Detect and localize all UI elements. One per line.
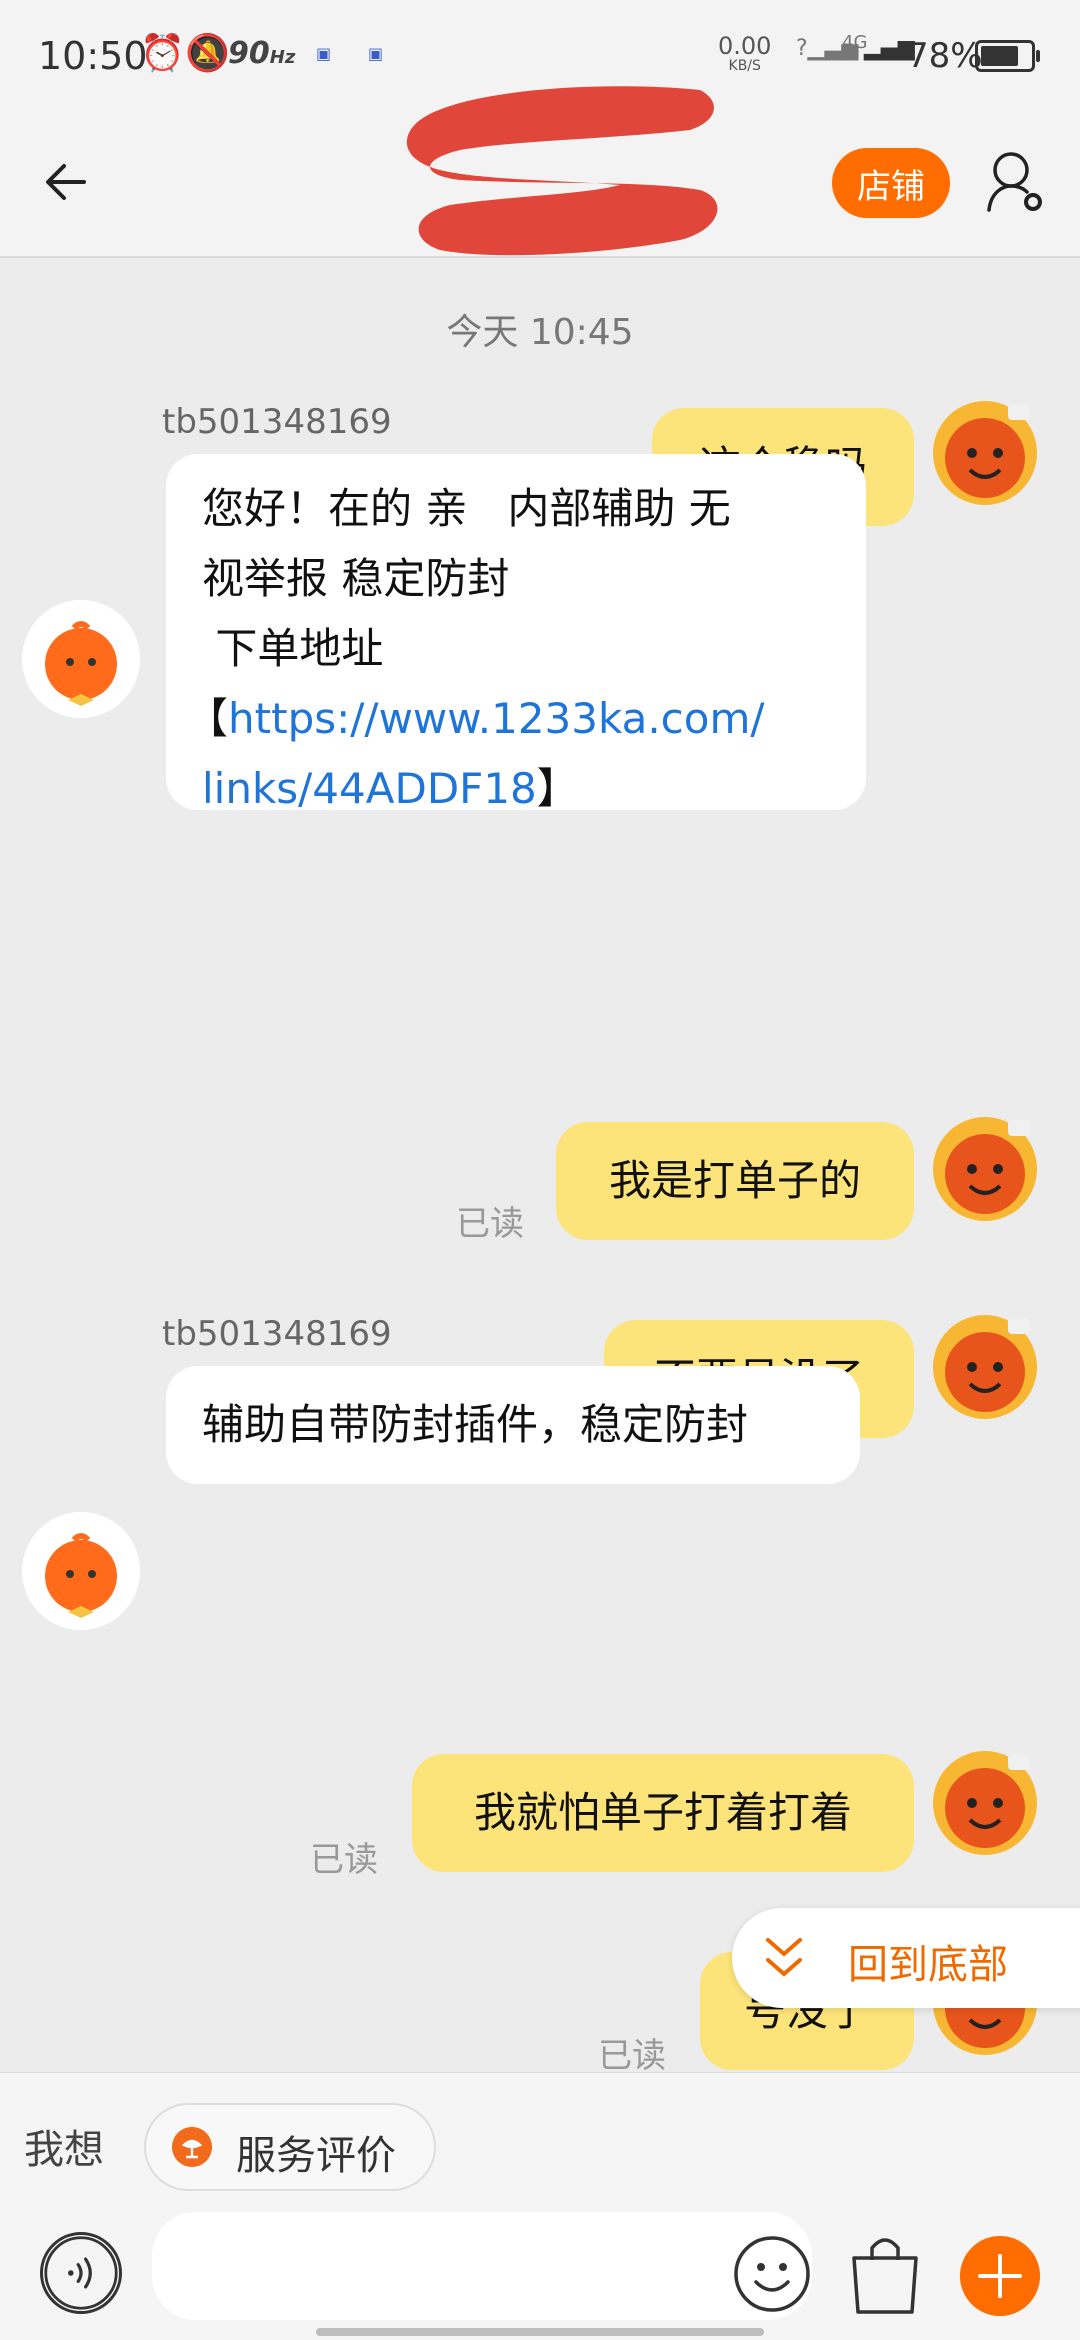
- back-arrow-icon[interactable]: [40, 152, 100, 212]
- chip-label: 服务评价: [236, 2133, 396, 2179]
- bell-muted-icon: 🔕: [185, 33, 230, 74]
- voice-icon[interactable]: [40, 2232, 122, 2314]
- quick-action-bar: 我想 服务评价: [0, 2072, 1080, 2213]
- link-line-2[interactable]: links/44ADDF18: [202, 764, 537, 813]
- link-line-1[interactable]: https://www.1233ka.com/: [228, 694, 765, 743]
- my-message-bubble[interactable]: 我是打单子的: [556, 1122, 914, 1240]
- chat-area[interactable]: 今天 10:45 已读 这个稳吗 tb501348169 您好！在的 亲 内部辅…: [0, 258, 1080, 2072]
- service-rating-chip[interactable]: 服务评价: [144, 2103, 436, 2191]
- seller-avatar[interactable]: [22, 1512, 140, 1630]
- read-receipt: 已读: [598, 2036, 666, 2072]
- battery-icon: [975, 40, 1040, 72]
- battery-percent: 78%: [907, 36, 983, 76]
- redacted-title: [406, 86, 718, 256]
- refresh-rate: 90Hz: [228, 36, 296, 71]
- quick-action-prefix: 我想: [24, 2127, 104, 2173]
- battery-fill: [981, 46, 1018, 66]
- notification-icon: ▣: [368, 44, 384, 63]
- flower-icon: [172, 2127, 212, 2167]
- scroll-to-bottom-button[interactable]: 回到底部: [732, 1908, 1080, 2008]
- double-chevron-down-icon: [766, 1938, 802, 1977]
- seller-message-bubble[interactable]: 辅助自带防封插件，稳定防封: [166, 1366, 860, 1484]
- home-indicator[interactable]: [316, 2328, 764, 2336]
- my-avatar[interactable]: [930, 398, 1040, 508]
- plus-icon[interactable]: [960, 2236, 1040, 2316]
- sender-name: tb501348169: [162, 1314, 392, 1354]
- message-line: 视举报 稳定防封: [202, 554, 510, 603]
- status-time: 10:50: [38, 34, 148, 78]
- input-bar: [0, 2212, 1080, 2340]
- seller-avatar[interactable]: [22, 600, 140, 718]
- emoji-icon[interactable]: [732, 2234, 812, 2314]
- my-avatar[interactable]: [930, 1312, 1040, 1422]
- sender-name: tb501348169: [162, 402, 392, 442]
- message-line: 您好！在的 亲 内部辅助 无: [202, 484, 731, 533]
- alarm-icon: ⏰: [140, 33, 185, 74]
- message-input[interactable]: [152, 2212, 812, 2320]
- scroll-to-bottom-label: 回到底部: [848, 1942, 1008, 1988]
- link-bracket-close: 】: [536, 764, 579, 813]
- shop-button[interactable]: 店铺: [832, 148, 950, 218]
- my-avatar[interactable]: [930, 1114, 1040, 1224]
- link-bracket-open: 【: [186, 694, 229, 743]
- read-receipt: 已读: [456, 1204, 524, 1244]
- message-line: 下单地址: [202, 624, 384, 673]
- my-avatar[interactable]: [930, 1748, 1040, 1858]
- user-settings-icon[interactable]: [985, 148, 1045, 218]
- shopping-bag-icon[interactable]: [848, 2230, 922, 2316]
- seller-message-bubble[interactable]: 您好！在的 亲 内部辅助 无 视举报 稳定防封 下单地址 【https://ww…: [166, 454, 866, 813]
- my-message-bubble[interactable]: 我就怕单子打着打着: [412, 1754, 914, 1872]
- network-speed: 0.00 KB/S: [718, 32, 772, 74]
- chat-timestamp: 今天 10:45: [446, 312, 634, 353]
- notification-icon: ▣: [316, 44, 332, 63]
- read-receipt: 已读: [310, 1840, 378, 1880]
